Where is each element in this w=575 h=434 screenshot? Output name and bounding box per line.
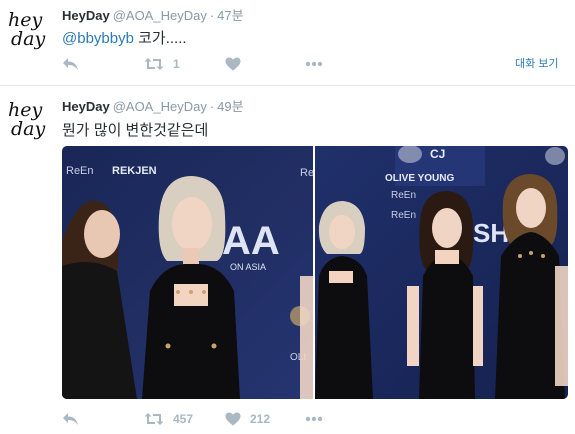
separator-dot: · [209, 8, 215, 23]
backdrop-text: REKJEN [112, 165, 157, 177]
like-count: 212 [250, 412, 271, 426]
retweet-icon [144, 413, 164, 425]
tweet-actions: 1 대화 보기 [62, 57, 572, 75]
retweet-count: 1 [173, 57, 180, 71]
tweet-timestamp[interactable]: 49분 [217, 99, 243, 114]
backdrop-text: ReEn [391, 210, 416, 221]
backdrop-text: ReEn [391, 190, 416, 201]
reply-button[interactable] [62, 57, 79, 71]
tweet-timestamp[interactable]: 47분 [217, 8, 243, 23]
avatar[interactable]: hey day [5, 6, 51, 52]
heart-icon [225, 57, 241, 71]
retweet-icon [144, 58, 164, 70]
avatar[interactable]: hey day [5, 96, 51, 142]
like-button[interactable] [225, 57, 250, 71]
display-name[interactable]: HeyDay [62, 99, 110, 114]
more-button[interactable] [305, 414, 323, 424]
media-grid: ReEn REKJEN ReEn AA ON ASIA OLI [62, 146, 568, 399]
retweet-button[interactable]: 457 [144, 412, 193, 426]
more-dots-icon [305, 416, 323, 422]
avatar-text-line2: day [11, 118, 46, 140]
avatar-text-line2: day [11, 28, 46, 50]
tweet-header: HeyDay @AOA_HeyDay · 47분 [62, 5, 244, 24]
display-name[interactable]: HeyDay [62, 8, 110, 23]
photo-2-image: CJ OLIVE YOUNG ReEn ReEn SH [315, 146, 568, 399]
photo-1-image: ReEn REKJEN ReEn AA ON ASIA OLI [62, 146, 313, 399]
backdrop-text: OLIVE YOUNG [385, 173, 454, 184]
backdrop-text: ReEn [66, 165, 94, 177]
more-dots-icon [305, 61, 323, 67]
backdrop-text: ON ASIA [230, 262, 266, 272]
separator-dot: · [209, 99, 215, 114]
photo-1[interactable]: ReEn REKJEN ReEn AA ON ASIA OLI [62, 146, 313, 399]
user-handle[interactable]: @AOA_HeyDay [113, 99, 207, 114]
retweet-button[interactable]: 1 [144, 57, 180, 71]
tweet-actions: 457 212 [62, 412, 572, 430]
tweet-1[interactable]: hey day HeyDay @AOA_HeyDay · 47분 @bbybbyb 코… [0, 0, 575, 86]
tweet-text: 뭔가 많이 변한것같은데 [62, 122, 209, 139]
user-handle[interactable]: @AOA_HeyDay [113, 8, 207, 23]
reply-icon [63, 413, 78, 425]
photo-2[interactable]: CJ OLIVE YOUNG ReEn ReEn SH [315, 146, 568, 399]
backdrop-text: AA [222, 219, 280, 263]
tweet-text-content: 코가..... [133, 30, 187, 47]
view-conversation-link[interactable]: 대화 보기 [515, 55, 559, 71]
reply-button[interactable] [62, 412, 79, 426]
tweet-2[interactable]: hey day HeyDay @AOA_HeyDay · 49분 뭔가 많이 변한것같… [0, 86, 575, 434]
mention-link[interactable]: @bbybbyb [62, 30, 134, 47]
backdrop-text: CJ [430, 147, 445, 161]
retweet-count: 457 [173, 412, 194, 426]
heart-icon [225, 412, 241, 426]
backdrop-text: ReEn [300, 167, 313, 179]
reply-icon [63, 58, 78, 70]
like-button[interactable]: 212 [225, 412, 270, 426]
more-button[interactable] [305, 59, 323, 69]
tweet-text: @bbybbyb 코가..... [62, 27, 187, 48]
tweet-header: HeyDay @AOA_HeyDay · 49분 [62, 96, 244, 115]
